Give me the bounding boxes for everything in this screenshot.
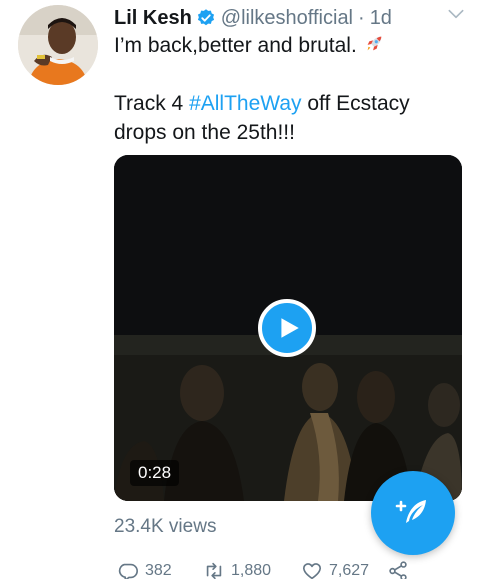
chevron-down-icon[interactable] <box>446 4 466 24</box>
play-button[interactable] <box>258 299 316 357</box>
tweet-text: I’m back,better and brutal. Track 4 #All… <box>114 31 464 147</box>
tweet-text-line4: drops on the 25th!!! <box>114 121 295 144</box>
text-line3-prefix: Track 4 <box>114 92 190 115</box>
compose-tweet-button[interactable] <box>371 471 455 555</box>
tweet-text-line: I’m back,better and brutal. <box>114 31 464 60</box>
share-button[interactable] <box>387 560 415 579</box>
tweet-header: Lil Kesh @lilkeshofficial · 1d <box>114 4 466 32</box>
tweet-text-blank <box>114 60 464 89</box>
tweet-text-line3: Track 4 #AllTheWay off Ecstacy <box>114 89 464 118</box>
tweet-actions: 382 1,880 7,627 <box>117 560 417 579</box>
reply-count: 382 <box>145 562 172 579</box>
display-name[interactable]: Lil Kesh <box>114 7 192 30</box>
tweet-text-line1: I’m back,better and brutal. <box>114 34 357 57</box>
verified-badge-icon <box>196 8 216 28</box>
hashtag-link[interactable]: #AllTheWay <box>189 92 301 115</box>
share-icon <box>389 561 407 579</box>
play-icon <box>281 318 299 338</box>
video-duration: 0:28 <box>130 460 180 486</box>
retweet-icon <box>206 562 222 579</box>
separator-dot: · <box>358 6 365 29</box>
rocket-emoji <box>363 33 385 55</box>
text-line3-suffix: off Ecstacy <box>301 92 410 115</box>
avatar[interactable] <box>18 5 98 85</box>
retweet-count: 1,880 <box>231 562 272 579</box>
retweet-button[interactable]: 1,880 <box>203 560 271 579</box>
reply-button[interactable]: 382 <box>117 560 172 579</box>
like-count: 7,627 <box>329 562 370 579</box>
compose-tweet-icon <box>395 500 426 523</box>
timestamp[interactable]: 1d <box>370 7 392 30</box>
view-count: 23.4K views <box>114 516 217 537</box>
reply-icon <box>118 563 138 579</box>
handle[interactable]: @lilkeshofficial <box>221 7 353 30</box>
heart-icon <box>302 563 322 579</box>
video-player[interactable] <box>114 155 462 501</box>
like-button[interactable]: 7,627 <box>301 560 369 579</box>
